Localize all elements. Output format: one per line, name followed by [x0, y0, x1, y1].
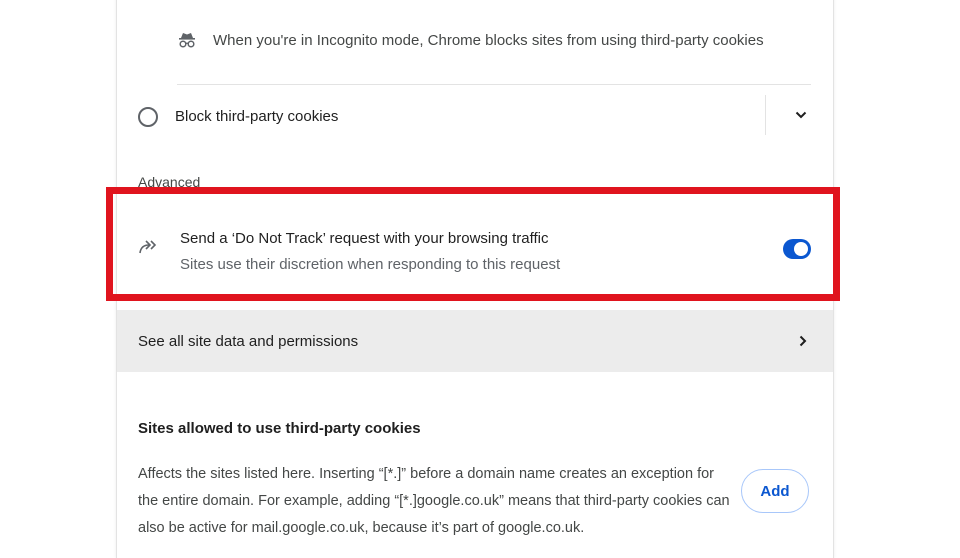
see-all-site-data-label: See all site data and permissions — [138, 333, 359, 350]
block-cookies-label: Block third-party cookies — [175, 108, 339, 125]
block-cookies-radio[interactable] — [138, 107, 158, 127]
incognito-note-text: When you're in Incognito mode, Chrome bl… — [213, 31, 764, 49]
do-not-track-row[interactable]: Send a ‘Do Not Track’ request with your … — [117, 194, 833, 288]
vertical-separator — [765, 95, 766, 135]
add-site-button[interactable]: Add — [741, 469, 809, 513]
incognito-note: When you're in Incognito mode, Chrome bl… — [177, 18, 811, 62]
do-not-track-title: Send a ‘Do Not Track’ request with your … — [180, 230, 549, 247]
chevron-down-icon[interactable] — [789, 103, 813, 127]
allowed-sites-heading: Sites allowed to use third-party cookies — [138, 420, 421, 437]
chevron-right-icon — [791, 329, 815, 353]
cookie-settings-card: When you're in Incognito mode, Chrome bl… — [116, 0, 834, 558]
block-third-party-cookies-option[interactable]: Block third-party cookies — [117, 85, 833, 151]
incognito-icon — [177, 30, 197, 50]
do-not-track-icon — [137, 236, 159, 258]
do-not-track-toggle[interactable] — [783, 239, 811, 259]
do-not-track-subtitle: Sites use their discretion when respondi… — [180, 256, 561, 273]
toggle-knob — [794, 242, 808, 256]
allowed-sites-description: Affects the sites listed here. Inserting… — [138, 466, 730, 536]
advanced-heading: Advanced — [138, 174, 201, 190]
see-all-site-data-row[interactable]: See all site data and permissions — [117, 310, 833, 372]
